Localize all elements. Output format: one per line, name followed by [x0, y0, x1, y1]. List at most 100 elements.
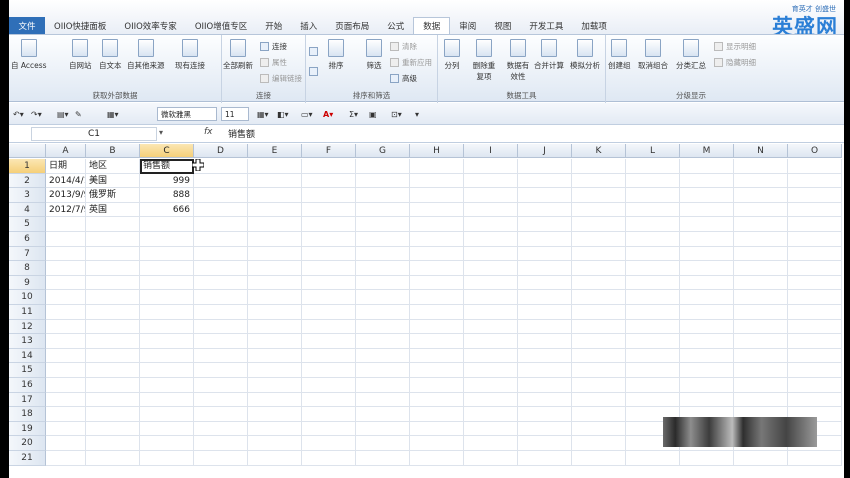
cell-F10[interactable] — [302, 290, 356, 305]
fill-color-icon[interactable]: ◧▾ — [277, 107, 289, 121]
cell-K18[interactable] — [572, 407, 626, 422]
cell-D16[interactable] — [194, 378, 248, 393]
cell-H18[interactable] — [410, 407, 464, 422]
cell-N14[interactable] — [734, 348, 788, 364]
cell-D19[interactable] — [194, 421, 248, 437]
cell-G3[interactable] — [356, 188, 410, 203]
cell-O2[interactable] — [788, 173, 842, 189]
cell-M21[interactable] — [680, 451, 734, 466]
tab-6[interactable]: 页面布局 — [326, 17, 378, 34]
cell-E17[interactable] — [248, 392, 302, 408]
cell-N15[interactable] — [734, 363, 788, 378]
cell-E6[interactable] — [248, 232, 302, 247]
font-size-select[interactable]: 11 — [221, 107, 249, 121]
cell-B4[interactable]: 英国 — [86, 202, 140, 218]
cell-L1[interactable] — [626, 159, 680, 174]
cell-H16[interactable] — [410, 378, 464, 393]
cell-I1[interactable] — [464, 159, 518, 174]
cell-G11[interactable] — [356, 305, 410, 320]
cell-H10[interactable] — [410, 290, 464, 305]
cell-N5[interactable] — [734, 217, 788, 232]
cell-A21[interactable] — [46, 451, 86, 466]
row-header-16[interactable]: 16 — [9, 378, 46, 393]
cell-M6[interactable] — [680, 232, 734, 247]
row-header-7[interactable]: 7 — [9, 246, 46, 262]
cell-G14[interactable] — [356, 348, 410, 364]
cell-J8[interactable] — [518, 261, 572, 276]
cell-A5[interactable] — [46, 217, 86, 232]
cell-F12[interactable] — [302, 319, 356, 335]
cell-I7[interactable] — [464, 246, 518, 262]
filter-button[interactable]: 筛选 — [366, 39, 382, 71]
cell-J19[interactable] — [518, 421, 572, 437]
cell-F17[interactable] — [302, 392, 356, 408]
cell-G16[interactable] — [356, 378, 410, 393]
cell-O3[interactable] — [788, 188, 842, 203]
cell-O1[interactable] — [788, 159, 842, 174]
cell-C13[interactable] — [140, 334, 194, 349]
cell-B2[interactable]: 美国 — [86, 173, 140, 189]
cell-B12[interactable] — [86, 319, 140, 335]
cell-E20[interactable] — [248, 436, 302, 451]
cell-K10[interactable] — [572, 290, 626, 305]
advanced-button[interactable]: 高级 — [390, 72, 417, 85]
cell-B20[interactable] — [86, 436, 140, 451]
group-button[interactable]: 创建组 — [608, 39, 631, 71]
cell-L12[interactable] — [626, 319, 680, 335]
cell-O17[interactable] — [788, 392, 842, 408]
cell-F20[interactable] — [302, 436, 356, 451]
cell-K9[interactable] — [572, 275, 626, 291]
cell-I18[interactable] — [464, 407, 518, 422]
hide-detail-button[interactable]: 隐藏明细 — [714, 56, 756, 69]
cell-D18[interactable] — [194, 407, 248, 422]
cell-F4[interactable] — [302, 202, 356, 218]
cell-L5[interactable] — [626, 217, 680, 232]
cell-B6[interactable] — [86, 232, 140, 247]
from-web-button[interactable]: 自网站 — [69, 39, 92, 71]
row-header-14[interactable]: 14 — [9, 348, 46, 364]
cell-I3[interactable] — [464, 188, 518, 203]
cell-N21[interactable] — [734, 451, 788, 466]
cell-M10[interactable] — [680, 290, 734, 305]
select-all-corner[interactable] — [9, 144, 46, 158]
column-header-D[interactable]: D — [194, 144, 248, 158]
tab-4[interactable]: 开始 — [256, 17, 291, 34]
row-header-4[interactable]: 4 — [9, 202, 46, 218]
cell-I17[interactable] — [464, 392, 518, 408]
cell-H20[interactable] — [410, 436, 464, 451]
cell-I6[interactable] — [464, 232, 518, 247]
cell-I20[interactable] — [464, 436, 518, 451]
cell-K21[interactable] — [572, 451, 626, 466]
cell-K4[interactable] — [572, 202, 626, 218]
cell-H3[interactable] — [410, 188, 464, 203]
cell-F15[interactable] — [302, 363, 356, 378]
cell-I21[interactable] — [464, 451, 518, 466]
cell-C19[interactable] — [140, 421, 194, 437]
cell-O16[interactable] — [788, 378, 842, 393]
cell-A18[interactable] — [46, 407, 86, 422]
row-header-10[interactable]: 10 — [9, 290, 46, 305]
cell-A12[interactable] — [46, 319, 86, 335]
cell-E8[interactable] — [248, 261, 302, 276]
cell-O14[interactable] — [788, 348, 842, 364]
cell-M11[interactable] — [680, 305, 734, 320]
cell-A11[interactable] — [46, 305, 86, 320]
cell-A10[interactable] — [46, 290, 86, 305]
cell-H13[interactable] — [410, 334, 464, 349]
paste-special-icon[interactable]: ▦▾ — [107, 107, 119, 121]
cell-E3[interactable] — [248, 188, 302, 203]
column-header-L[interactable]: L — [626, 144, 680, 158]
cell-M13[interactable] — [680, 334, 734, 349]
cell-E13[interactable] — [248, 334, 302, 349]
row-header-3[interactable]: 3 — [9, 188, 46, 203]
cell-M14[interactable] — [680, 348, 734, 364]
cell-F11[interactable] — [302, 305, 356, 320]
cell-L15[interactable] — [626, 363, 680, 378]
cell-K16[interactable] — [572, 378, 626, 393]
column-header-N[interactable]: N — [734, 144, 788, 158]
cell-C12[interactable] — [140, 319, 194, 335]
column-header-C[interactable]: C — [140, 144, 194, 158]
remove-duplicates-button[interactable]: 删除重复项 — [470, 39, 498, 82]
cell-O11[interactable] — [788, 305, 842, 320]
cell-C15[interactable] — [140, 363, 194, 378]
